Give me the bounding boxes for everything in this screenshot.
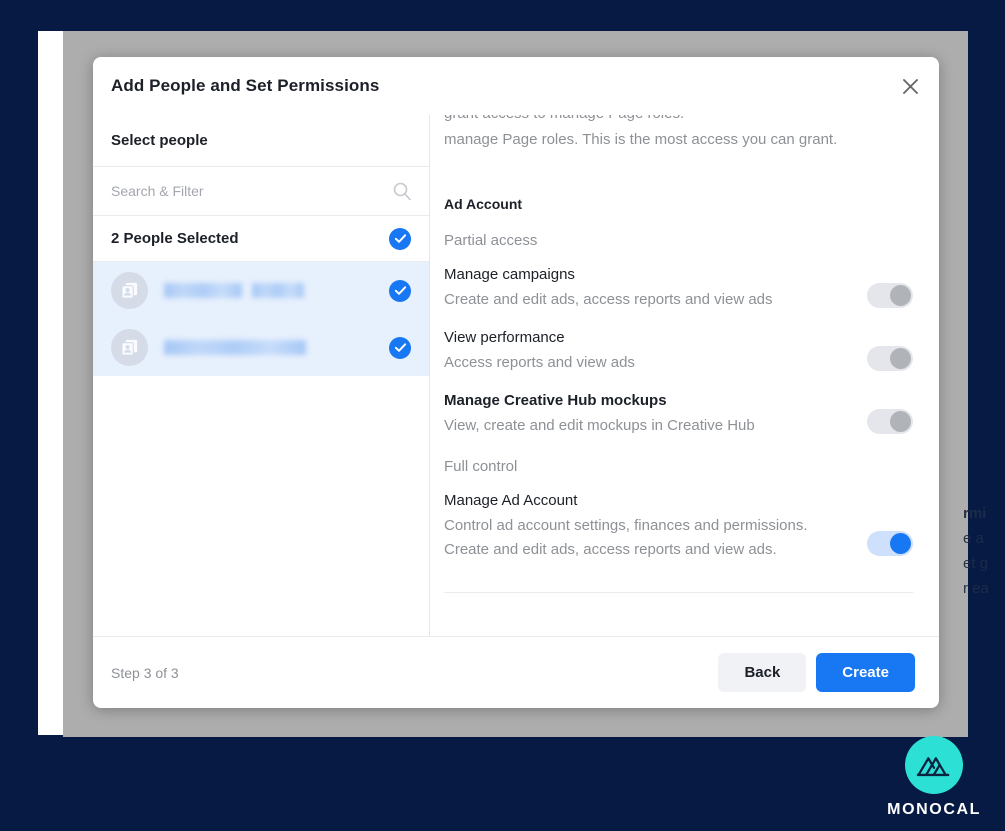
permission-description: Create and edit ads, access reports and … bbox=[444, 291, 773, 308]
people-list bbox=[93, 262, 429, 636]
check-circle-icon[interactable] bbox=[389, 336, 411, 359]
redaction-block bbox=[252, 283, 304, 298]
search-input[interactable] bbox=[111, 183, 392, 199]
list-item[interactable] bbox=[93, 319, 429, 376]
add-people-permissions-dialog: Add People and Set Permissions Select pe… bbox=[93, 57, 939, 708]
people-selected-summary-row[interactable]: 2 People Selected bbox=[93, 216, 429, 262]
toggle-manage-creative-hub-mockups[interactable] bbox=[867, 409, 913, 434]
permission-title: Manage Ad Account bbox=[444, 492, 578, 509]
search-icon[interactable] bbox=[392, 181, 412, 201]
toggle-manage-ad-account[interactable] bbox=[867, 531, 913, 556]
permission-row-manage-campaigns: Manage campaigns Create and edit ads, ac… bbox=[444, 264, 913, 312]
background-text-line: r ea bbox=[963, 580, 989, 597]
footer-button-group: Back Create bbox=[718, 653, 915, 692]
people-selected-count-label: 2 People Selected bbox=[111, 230, 239, 247]
toggle-view-performance[interactable] bbox=[867, 346, 913, 371]
page-avatar-icon bbox=[111, 329, 148, 366]
redaction-block bbox=[164, 340, 306, 355]
back-button[interactable]: Back bbox=[718, 653, 807, 692]
permission-description: View, create and edit mockups in Creativ… bbox=[444, 417, 755, 434]
permission-row-creative-hub: Manage Creative Hub mockups View, create… bbox=[444, 390, 913, 438]
dialog-title: Add People and Set Permissions bbox=[111, 76, 380, 95]
create-button[interactable]: Create bbox=[816, 653, 915, 692]
permission-title: View performance bbox=[444, 329, 565, 346]
select-people-panel: Select people 2 People Selected bbox=[93, 115, 430, 636]
check-circle-icon[interactable] bbox=[389, 279, 411, 302]
step-indicator: Step 3 of 3 bbox=[111, 664, 179, 681]
permission-title: Manage campaigns bbox=[444, 266, 575, 283]
toggle-manage-campaigns[interactable] bbox=[867, 283, 913, 308]
redaction-block bbox=[164, 283, 242, 298]
dialog-body: Select people 2 People Selected bbox=[93, 115, 939, 636]
dialog-footer: Step 3 of 3 Back Create bbox=[93, 636, 939, 708]
group-label-full-control: Full control bbox=[444, 458, 518, 475]
permission-title: Manage Creative Hub mockups bbox=[444, 392, 667, 409]
monocal-wordmark: MONOCAL bbox=[887, 801, 981, 818]
background-text-line: e a bbox=[963, 530, 984, 547]
permission-description: Control ad account settings, finances an… bbox=[444, 517, 808, 558]
background-obscured-text: rmi e a et g r ea bbox=[963, 501, 1005, 601]
person-name-redacted bbox=[164, 283, 389, 298]
monocal-watermark: MONOCAL bbox=[887, 736, 981, 819]
group-label-partial-access: Partial access bbox=[444, 232, 538, 249]
intro-paragraph: manage Page roles. This is the most acce… bbox=[444, 131, 838, 148]
permissions-divider bbox=[444, 592, 913, 593]
search-row bbox=[93, 167, 429, 216]
background-text-line: et g bbox=[963, 555, 989, 572]
permission-row-manage-ad-account: Manage Ad Account Control ad account set… bbox=[444, 490, 913, 562]
check-circle-icon[interactable] bbox=[389, 227, 411, 250]
permission-row-view-performance: View performance Access reports and view… bbox=[444, 327, 913, 375]
select-people-heading: Select people bbox=[93, 115, 429, 167]
clipped-intro-text: grant access to manage Page roles. bbox=[444, 115, 913, 126]
person-name-redacted bbox=[164, 340, 389, 355]
list-item[interactable] bbox=[93, 262, 429, 319]
background-left-strip bbox=[38, 31, 65, 735]
section-title-ad-account: Ad Account bbox=[444, 196, 523, 212]
dialog-header: Add People and Set Permissions bbox=[93, 57, 939, 115]
close-icon[interactable] bbox=[895, 71, 925, 101]
permissions-panel: grant access to manage Page roles. manag… bbox=[430, 115, 939, 636]
permission-description: Access reports and view ads bbox=[444, 354, 635, 371]
clipped-intro-line: grant access to manage Page roles. bbox=[444, 115, 913, 127]
page-avatar-icon bbox=[111, 272, 148, 309]
monocal-mountain-icon bbox=[905, 736, 964, 794]
background-text-line: rmi bbox=[963, 505, 987, 522]
